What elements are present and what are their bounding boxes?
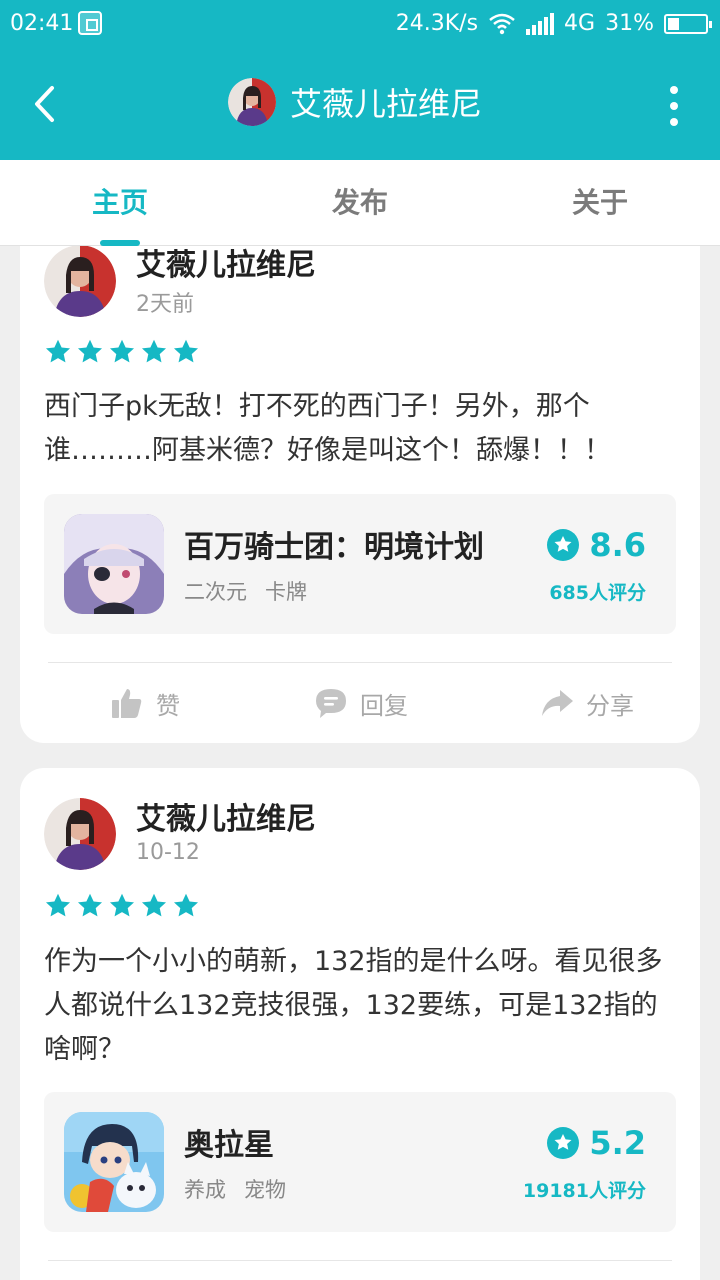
rating-stars [44, 892, 200, 920]
star-icon [77, 339, 103, 363]
rating-count: 685人评分 [549, 582, 646, 604]
back-arrow-icon [35, 86, 54, 122]
game-icon[interactable] [64, 1112, 164, 1212]
star-icon [109, 893, 135, 917]
game-tag: 二次元 [184, 580, 247, 604]
like-label: 赞 [156, 691, 180, 720]
star-icon [141, 339, 167, 363]
star-icon [77, 893, 103, 917]
star-icon [173, 339, 199, 363]
game-card[interactable]: 奥拉星 养成 宠物 5.2 19181人评分 [44, 1092, 676, 1232]
share-button[interactable]: 分享 [540, 663, 634, 743]
network-speed: 24.3K/s [395, 11, 479, 36]
star-icon [141, 893, 167, 917]
status-time: 02:41 [10, 11, 74, 36]
review-text: 西门子pk无敌！打不死的西门子！另外，那个谁………阿基米德？好像是叫这个！舔爆！… [44, 391, 611, 466]
game-score-value: 8.6 [589, 526, 646, 564]
more-dot-icon [670, 86, 678, 94]
tab-bar: 主页 发布 关于 [0, 160, 720, 246]
header-avatar [228, 78, 276, 126]
rating-count: 19181人评分 [522, 1180, 646, 1202]
star-icon [173, 893, 199, 917]
game-tags: 养成 宠物 [184, 1174, 286, 1204]
game-name[interactable]: 奥拉星 [184, 1120, 274, 1164]
share-label: 分享 [586, 691, 634, 720]
star-icon [45, 339, 71, 363]
comment-icon [316, 689, 346, 718]
score-star-icon [547, 1127, 580, 1159]
review-text: 作为一个小小的萌新，132指的是什么呀。看见很多人都说什么132竞技很强，132… [44, 946, 663, 1065]
share-icon [542, 690, 573, 716]
battery-percent: 31% [605, 11, 654, 36]
signal-icon [526, 12, 555, 35]
score-star-icon [547, 529, 580, 561]
game-name[interactable]: 百万骑士团：明境计划 [184, 522, 484, 566]
user-avatar[interactable] [44, 798, 116, 870]
reply-button[interactable]: 回复 [314, 663, 408, 743]
reply-label: 回复 [360, 691, 408, 720]
game-tag: 宠物 [244, 1178, 286, 1202]
screenshot-icon [78, 11, 102, 35]
game-tags: 二次元 卡牌 [184, 576, 307, 606]
wifi-icon [489, 13, 515, 34]
app-bar: 艾薇儿拉维尼 [0, 50, 720, 160]
game-score-value: 5.2 [589, 1124, 646, 1162]
like-button[interactable]: 赞 [110, 663, 180, 743]
game-card[interactable]: 百万骑士团：明境计划 二次元 卡牌 8.6 685人评分 [44, 494, 676, 634]
tab-about[interactable]: 关于 [480, 160, 720, 245]
user-avatar[interactable] [44, 245, 116, 317]
user-name[interactable]: 艾薇儿拉维尼 [136, 794, 316, 838]
review-card[interactable]: 艾薇儿拉维尼 2天前 西门子pk无敌！打不死的西门子！另外，那个谁………阿基米德… [20, 200, 700, 743]
thumbs-up-icon [112, 689, 142, 718]
game-score: 5.2 [547, 1124, 646, 1162]
divider [48, 1260, 672, 1261]
network-type: 4G [564, 11, 596, 36]
more-options-button[interactable] [668, 86, 680, 126]
back-button[interactable] [24, 80, 64, 128]
battery-icon [664, 13, 712, 34]
review-card[interactable]: 艾薇儿拉维尼 10-12 作为一个小小的萌新，132指的是什么呀。看见很多人都说… [20, 768, 700, 1280]
star-icon [45, 893, 71, 917]
user-name[interactable]: 艾薇儿拉维尼 [136, 240, 316, 284]
game-score: 8.6 [547, 526, 646, 564]
tab-home[interactable]: 主页 [0, 160, 240, 246]
star-icon [109, 339, 135, 363]
action-bar: 赞 回复 分享 [20, 663, 700, 743]
game-tag: 卡牌 [265, 580, 307, 604]
rating-stars [44, 338, 200, 366]
tab-posts[interactable]: 发布 [240, 160, 480, 245]
game-tag: 养成 [184, 1178, 226, 1202]
status-bar: 02:41 24.3K/s 4G 31% [0, 0, 720, 50]
game-icon[interactable] [64, 514, 164, 614]
post-time: 2天前 [136, 292, 194, 317]
post-time: 10-12 [136, 840, 200, 865]
page-title: 艾薇儿拉维尼 [290, 85, 483, 123]
